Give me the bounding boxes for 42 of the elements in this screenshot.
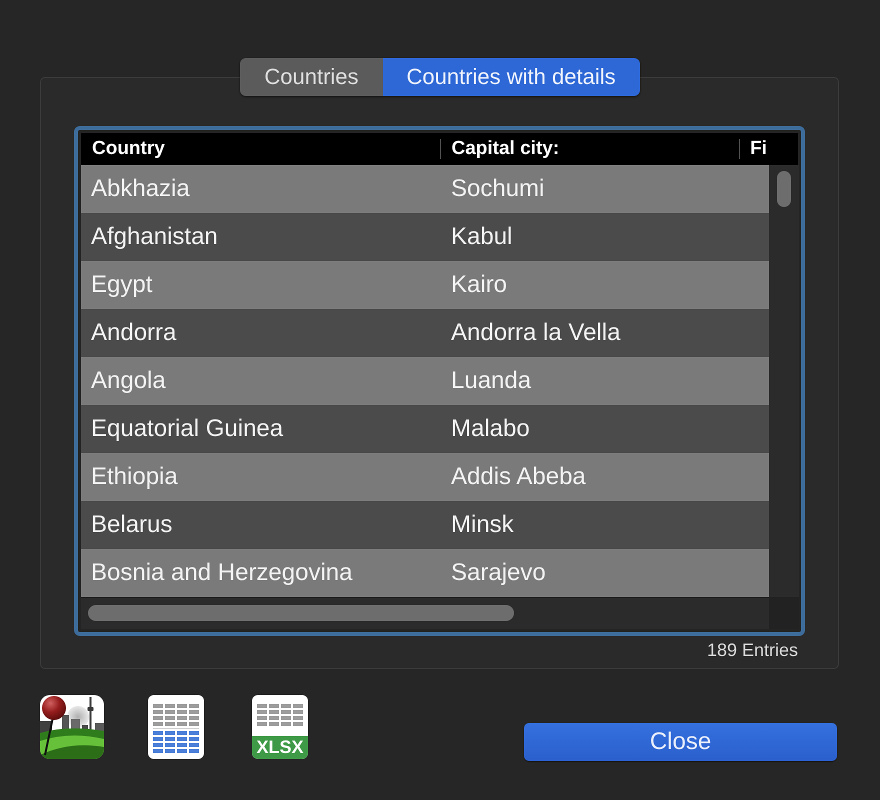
table-cell-text: Ethiopia	[90, 462, 179, 492]
table-cell-text: Egypt	[90, 270, 154, 300]
table-cell-text: Bosnia and Herzegovina	[90, 558, 354, 588]
table-cell-text: Angola	[90, 366, 167, 396]
table-cell-text: Kairo	[450, 270, 508, 300]
grid-icon	[257, 704, 303, 726]
table-row[interactable]: Bosnia and Herzegovina Sarajevo	[81, 549, 769, 597]
table-row[interactable]: Abkhazia Sochumi	[81, 165, 769, 213]
table-cell-text: Sochumi	[450, 174, 546, 204]
column-header[interactable]: Fi	[739, 133, 798, 165]
entry-count: 189 Entries	[706, 640, 798, 660]
table-cell-text: Andorra la Vella	[450, 318, 622, 348]
table-icon[interactable]	[148, 695, 204, 759]
table-row[interactable]: Angola Luanda	[81, 357, 769, 405]
vertical-scrollbar[interactable]	[769, 165, 799, 597]
table-cell-text: Malabo	[450, 414, 531, 444]
horizontal-scrollbar[interactable]	[81, 597, 769, 629]
table-cell-text: Equatorial Guinea	[90, 414, 284, 444]
column-header[interactable]: Capital city:	[440, 133, 740, 165]
table-row[interactable]: Egypt Kairo	[81, 261, 769, 309]
column-header[interactable]: Country	[81, 133, 440, 165]
table-row[interactable]: Andorra Andorra la Vella	[81, 309, 769, 357]
scrollbar-thumb[interactable]	[777, 171, 791, 207]
table-cell-text: Abkhazia	[90, 174, 191, 204]
tab[interactable]: Countries with details	[382, 58, 640, 96]
table-row[interactable]: Equatorial Guinea Malabo	[81, 405, 769, 453]
table-cell-text: Kabul	[450, 222, 514, 252]
table-row[interactable]: Belarus Minsk	[81, 501, 769, 549]
scrollbar-thumb[interactable]	[88, 605, 514, 621]
table-cell-text: Afghanistan	[90, 222, 219, 252]
table-cell-text: Minsk	[450, 510, 515, 540]
table-cell-text: Sarajevo	[450, 558, 547, 588]
table-row[interactable]: Afghanistan Kabul	[81, 213, 769, 261]
table-cell-text: Andorra	[90, 318, 178, 348]
xlsx-button[interactable]: XLSX	[252, 695, 308, 759]
pin-landscape-icon[interactable]	[40, 695, 104, 759]
table-cell-text: Belarus	[90, 510, 174, 540]
table-row[interactable]: Ethiopia Addis Abeba	[81, 453, 769, 501]
table-cell-text: Addis Abeba	[450, 462, 587, 492]
tab[interactable]: Countries	[240, 58, 383, 96]
table-cell-text: Luanda	[450, 366, 532, 396]
close-button[interactable]: Close	[524, 723, 837, 761]
